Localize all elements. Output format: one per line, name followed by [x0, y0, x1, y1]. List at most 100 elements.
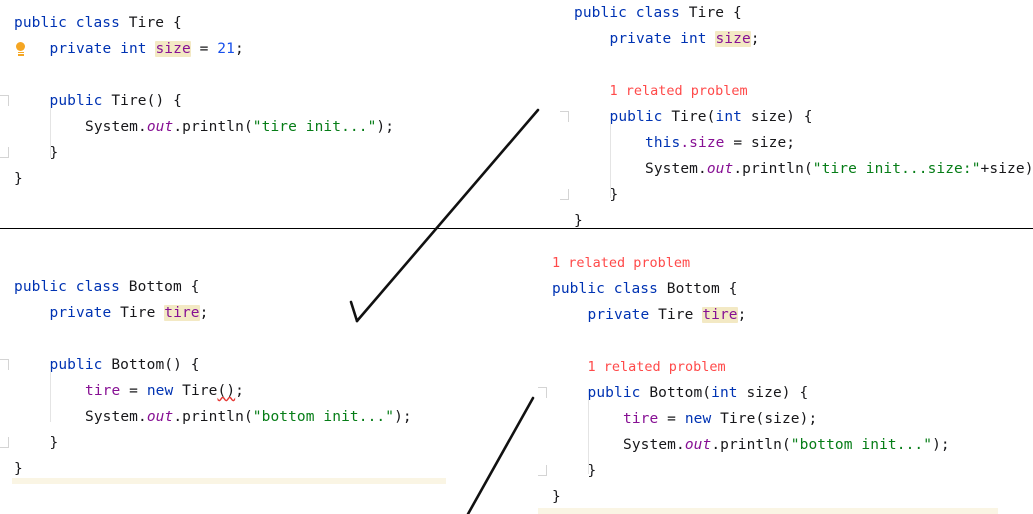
code-line[interactable]: private Tire tire;: [538, 302, 1033, 328]
code-line[interactable]: public Tire(int size) {: [560, 104, 1033, 130]
code-line[interactable]: }: [0, 166, 520, 192]
code-token: Tire: [111, 93, 147, 109]
code-token: private: [49, 305, 121, 321]
code-token: Tire: [120, 305, 165, 321]
code-token: private int: [49, 41, 156, 57]
code-line[interactable]: System.out.println("tire init...size:"+s…: [560, 156, 1033, 182]
fold-down-icon[interactable]: [538, 465, 547, 476]
fold-up-icon[interactable]: [538, 387, 547, 398]
code-line[interactable]: [560, 52, 1033, 78]
code-panel-bottom-before[interactable]: public class Bottom {private Tire tire; p…: [0, 230, 520, 514]
code-line[interactable]: private int size;: [560, 26, 1033, 52]
related-problem-inlay[interactable]: 1 related problem: [560, 78, 1033, 104]
code-token: .println(: [173, 409, 253, 425]
code-line[interactable]: public Bottom() {: [0, 352, 520, 378]
code-line[interactable]: tire = new Tire();: [0, 378, 520, 404]
highlighted-token: tire: [164, 305, 200, 321]
code-token: Bottom: [666, 281, 720, 297]
code-line[interactable]: }: [560, 208, 1033, 228]
code-panel-tire-after[interactable]: public class Tire {private int size; 1 re…: [520, 0, 1033, 228]
code-token: .size: [680, 135, 725, 151]
code-line[interactable]: }: [0, 430, 520, 456]
code-line[interactable]: private Tire tire;: [0, 300, 520, 326]
code-token: =: [190, 41, 218, 57]
code-token: {: [164, 15, 182, 31]
code-token: ;: [750, 31, 760, 47]
code-token: );: [376, 119, 395, 135]
code-token: );: [394, 409, 412, 425]
code-token: ;: [235, 383, 244, 399]
bottom-highlight-bar-2: [538, 508, 998, 514]
code-line[interactable]: public class Bottom {: [538, 276, 1033, 302]
code-line[interactable]: System.out.println("bottom init...");: [0, 404, 520, 430]
code-token: size) {: [741, 109, 813, 125]
code-token: (: [702, 385, 712, 401]
code-line[interactable]: tire = new Tire(size);: [538, 406, 1033, 432]
code-token: () {: [164, 357, 200, 373]
code-token: new: [684, 411, 712, 427]
code-token: public: [49, 93, 112, 109]
code-line[interactable]: [0, 326, 520, 352]
code-token: .println(: [173, 119, 253, 135]
fold-down-icon[interactable]: [560, 189, 569, 200]
code-token: System.: [85, 119, 147, 135]
code-token: }: [552, 489, 561, 505]
code-line[interactable]: }: [538, 458, 1033, 484]
code-lines-bottom-before: public class Bottom {private Tire tire; p…: [0, 274, 520, 482]
code-line[interactable]: System.out.println("bottom init...");: [538, 432, 1033, 458]
code-token: tire: [85, 383, 121, 399]
code-line[interactable]: System.out.println("tire init...");: [0, 114, 520, 140]
code-line[interactable]: public Tire() {: [0, 88, 520, 114]
panel-divider: [0, 228, 1033, 229]
code-token: Bottom: [111, 357, 165, 373]
fold-up-icon[interactable]: [0, 95, 9, 106]
code-token: Tire: [711, 411, 756, 427]
code-panel-tire-before[interactable]: public class Tire {private int size = 21…: [0, 0, 520, 228]
code-token: private: [587, 307, 659, 323]
code-line[interactable]: public Bottom(int size) {: [538, 380, 1033, 406]
related-problem-inlay[interactable]: 1 related problem: [538, 250, 1033, 276]
code-lines-tire-after: public class Tire {private int size; 1 re…: [560, 0, 1033, 228]
code-token: }: [14, 461, 23, 477]
fold-down-icon[interactable]: [0, 437, 9, 448]
code-token: int: [715, 109, 742, 125]
code-token: 21: [217, 41, 235, 57]
code-token: "tire init...": [252, 119, 377, 135]
code-token: size) {: [737, 385, 809, 401]
code-token: Tire: [688, 5, 725, 21]
code-line[interactable]: [538, 328, 1033, 354]
fold-down-icon[interactable]: [0, 147, 9, 158]
code-line[interactable]: }: [538, 484, 1033, 510]
lightbulb-icon[interactable]: [14, 42, 27, 57]
code-line[interactable]: }: [0, 140, 520, 166]
highlighted-token: tire: [702, 307, 738, 323]
code-token: }: [574, 213, 583, 228]
code-token: );: [932, 437, 950, 453]
code-token: out: [684, 437, 712, 453]
code-line[interactable]: public class Tire {: [0, 10, 520, 36]
fold-up-icon[interactable]: [0, 359, 9, 370]
code-token: "tire init...size:": [812, 161, 981, 177]
related-problem-inlay[interactable]: 1 related problem: [538, 354, 1033, 380]
code-token: public class: [574, 5, 689, 21]
code-token: Tire: [173, 383, 218, 399]
error-token: (): [217, 383, 236, 399]
code-line[interactable]: private int size = 21;: [0, 36, 520, 62]
code-token: public class: [14, 15, 129, 31]
code-token: public: [49, 357, 112, 373]
fold-up-icon[interactable]: [560, 111, 569, 122]
code-line[interactable]: this.size = size;: [560, 130, 1033, 156]
code-token: (size);: [755, 411, 818, 427]
code-token: ;: [234, 41, 244, 57]
code-token: public: [609, 109, 672, 125]
code-token: = size;: [724, 135, 796, 151]
code-panel-bottom-after[interactable]: 1 related problem public class Bottom {pr…: [520, 230, 1033, 514]
code-token: System.: [623, 437, 685, 453]
code-token: {: [719, 281, 738, 297]
code-line[interactable]: public class Tire {: [560, 0, 1033, 26]
code-line[interactable]: [0, 62, 520, 88]
highlighted-token: size: [715, 31, 751, 47]
code-line[interactable]: public class Bottom {: [0, 274, 520, 300]
code-line[interactable]: }: [560, 182, 1033, 208]
code-token: Tire: [128, 15, 165, 31]
